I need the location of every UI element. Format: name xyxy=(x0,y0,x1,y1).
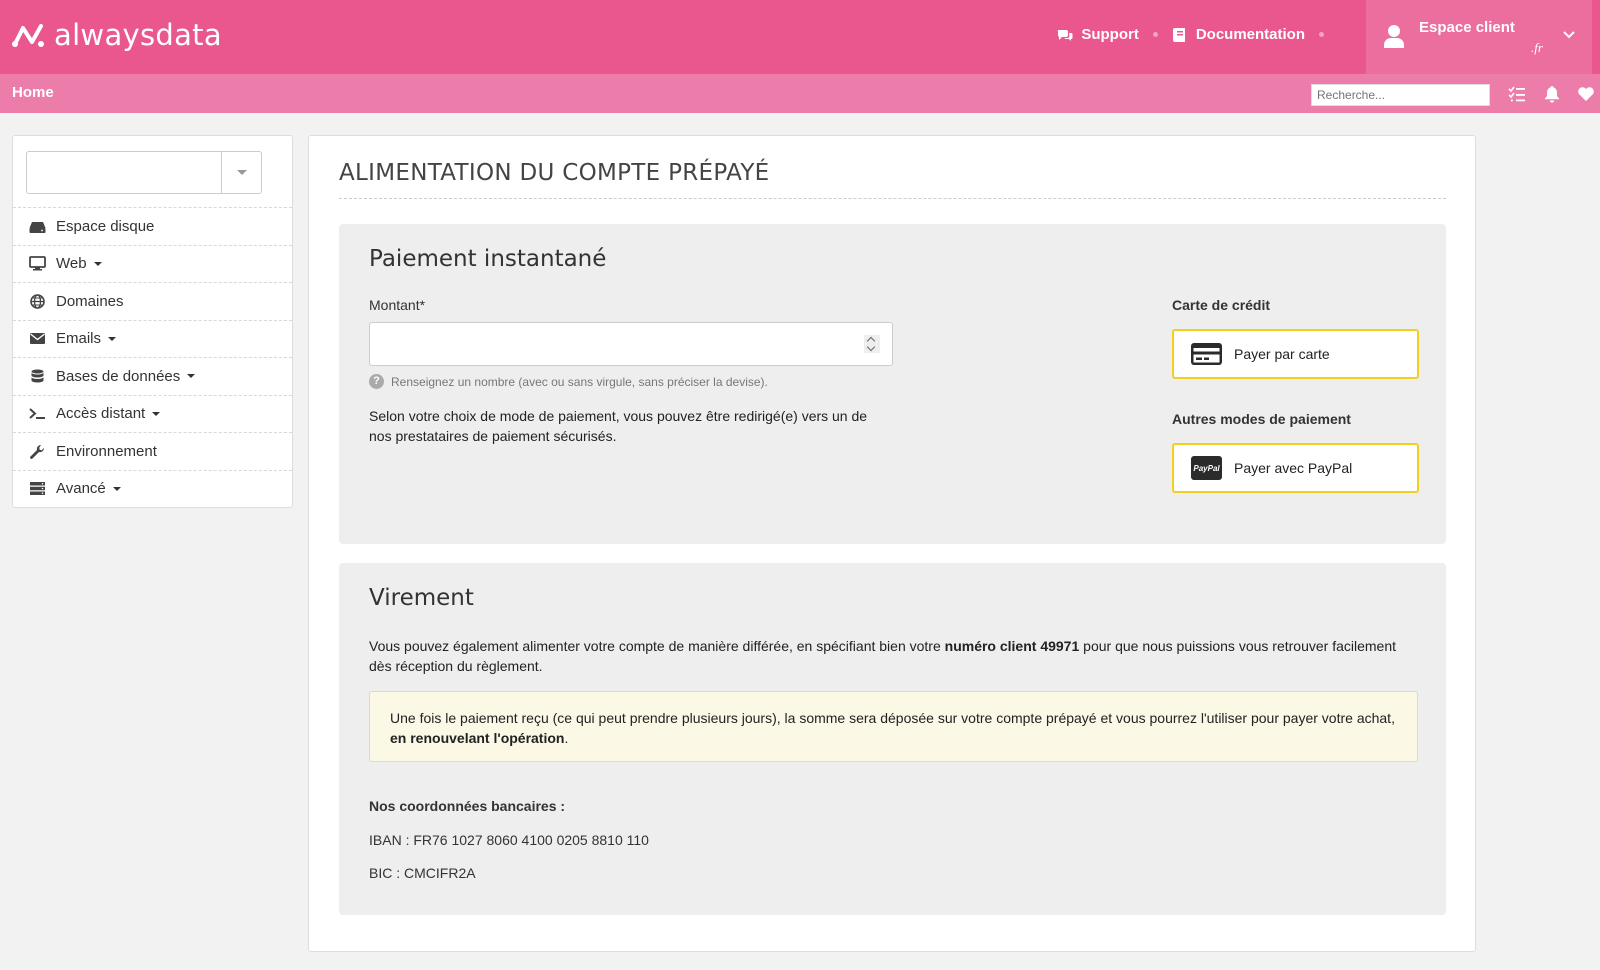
svg-text:PayPal: PayPal xyxy=(1193,464,1220,473)
instant-payment-panel: Paiement instantané Montant* ? Renseigne… xyxy=(339,224,1446,544)
database-icon xyxy=(31,369,44,383)
support-label: Support xyxy=(1081,26,1139,43)
amount-input[interactable] xyxy=(369,322,893,366)
pay-with-paypal-label: Payer avec PayPal xyxy=(1234,460,1353,476)
globe-icon xyxy=(30,293,45,309)
envelope-icon xyxy=(30,333,45,345)
sidebar-menu: Espace disque Web Domaines Emails Bases … xyxy=(13,207,292,507)
card-heading: Carte de crédit xyxy=(1172,297,1271,313)
sidebar-item-web[interactable]: Web xyxy=(13,244,292,283)
number-spinner[interactable] xyxy=(864,335,880,353)
sidebar-item-espace-disque[interactable]: Espace disque xyxy=(13,207,292,245)
top-header: alwaysdata Support Documentation Espace … xyxy=(0,0,1600,74)
iban-text: IBAN : FR76 1027 8060 4100 0205 8810 110 xyxy=(369,832,649,848)
sidebar-item-environnement[interactable]: Environnement xyxy=(13,432,292,470)
sidebar-item-acces-distant[interactable]: Accès distant xyxy=(13,394,292,433)
page-title: ALIMENTATION DU COMPTE PRÉPAYÉ xyxy=(339,160,770,186)
client-number: numéro client 49971 xyxy=(944,638,1080,654)
sub-navbar: Home xyxy=(0,74,1600,113)
sidebar-item-label: Web xyxy=(56,255,87,273)
documentation-link[interactable]: Documentation xyxy=(1172,26,1305,43)
account-label: Espace client xyxy=(1419,19,1515,36)
notice-bold: en renouvelant l'opération xyxy=(390,730,565,746)
transfer-text: Vous pouvez également alimenter votre co… xyxy=(369,638,1396,674)
task-list-icon[interactable] xyxy=(1508,85,1526,103)
amount-label: Montant* xyxy=(369,297,426,313)
sidebar-item-domaines[interactable]: Domaines xyxy=(13,282,292,320)
amount-help-text: Renseignez un nombre (avec ou sans virgu… xyxy=(391,374,768,389)
search-input[interactable] xyxy=(1311,84,1490,106)
sidebar-item-bases-de-donnees[interactable]: Bases de données xyxy=(13,357,292,395)
logo-text: alwaysdata xyxy=(54,18,222,52)
sidebar-item-label: Bases de données xyxy=(56,367,181,385)
sidebar-item-label: Domaines xyxy=(56,292,124,310)
paypal-icon: PayPal xyxy=(1191,456,1222,480)
separator-dot xyxy=(1152,32,1158,37)
pay-by-card-label: Payer par carte xyxy=(1234,346,1330,362)
documentation-label: Documentation xyxy=(1195,26,1305,43)
book-icon xyxy=(1172,27,1185,42)
wrench-icon xyxy=(30,444,45,459)
pay-by-card-button[interactable]: Payer par carte xyxy=(1172,329,1419,379)
select-arrow[interactable] xyxy=(221,152,261,193)
hard-drive-icon xyxy=(29,221,46,233)
caret-down-icon xyxy=(187,374,196,379)
transfer-notice: Une fois le paiement reçu (ce qui peut p… xyxy=(369,691,1418,762)
bell-icon[interactable] xyxy=(1543,85,1561,103)
instant-payment-heading: Paiement instantané xyxy=(369,246,607,272)
chat-bubbles-icon xyxy=(1058,29,1073,41)
caret-down-icon xyxy=(152,411,161,416)
separator-dot xyxy=(1319,32,1324,37)
top-links: Support Documentation xyxy=(1057,26,1338,43)
caret-down-icon xyxy=(112,486,121,491)
amount-help: ? Renseignez un nombre (avec ou sans vir… xyxy=(369,374,768,389)
sidebar-item-avance[interactable]: Avancé xyxy=(13,469,292,508)
monitor-icon xyxy=(29,256,46,271)
chevron-down-icon xyxy=(1563,31,1575,39)
heart-icon[interactable] xyxy=(1577,85,1595,103)
sidebar-item-emails[interactable]: Emails xyxy=(13,319,292,358)
sidebar: Espace disque Web Domaines Emails Bases … xyxy=(12,135,293,508)
main-content: ALIMENTATION DU COMPTE PRÉPAYÉ Paiement … xyxy=(308,135,1476,952)
support-link[interactable]: Support xyxy=(1057,26,1139,43)
caret-down-icon xyxy=(93,261,102,266)
sidebar-item-label: Espace disque xyxy=(56,217,155,235)
bic-text: BIC : CMCIFR2A xyxy=(369,865,476,881)
question-icon: ? xyxy=(369,374,384,389)
account-domain: .fr xyxy=(1531,40,1543,55)
account-select[interactable] xyxy=(26,151,262,194)
pay-with-paypal-button[interactable]: PayPal Payer avec PayPal xyxy=(1172,443,1419,493)
account-menu[interactable]: Espace client .fr xyxy=(1366,0,1592,74)
terminal-icon xyxy=(29,408,45,420)
home-link[interactable]: Home xyxy=(12,84,54,101)
bank-details-heading: Nos coordonnées bancaires : xyxy=(369,798,566,814)
credit-card-icon xyxy=(1191,343,1222,365)
user-icon xyxy=(1384,25,1404,48)
logo[interactable]: alwaysdata xyxy=(12,18,222,52)
transfer-panel: Virement Vous pouvez également alimenter… xyxy=(339,563,1446,915)
caret-down-icon xyxy=(108,336,117,341)
redirect-text: Selon votre choix de mode de paiement, v… xyxy=(369,408,868,444)
alwaysdata-logo-icon xyxy=(12,24,44,47)
other-payment-heading: Autres modes de paiement xyxy=(1172,411,1351,427)
server-icon xyxy=(30,482,45,496)
sidebar-item-label: Avancé xyxy=(56,480,106,498)
sidebar-item-label: Environnement xyxy=(56,442,157,460)
transfer-heading: Virement xyxy=(369,585,474,611)
sidebar-item-label: Emails xyxy=(56,330,102,348)
title-divider xyxy=(339,198,1446,199)
sidebar-item-label: Accès distant xyxy=(56,405,146,423)
